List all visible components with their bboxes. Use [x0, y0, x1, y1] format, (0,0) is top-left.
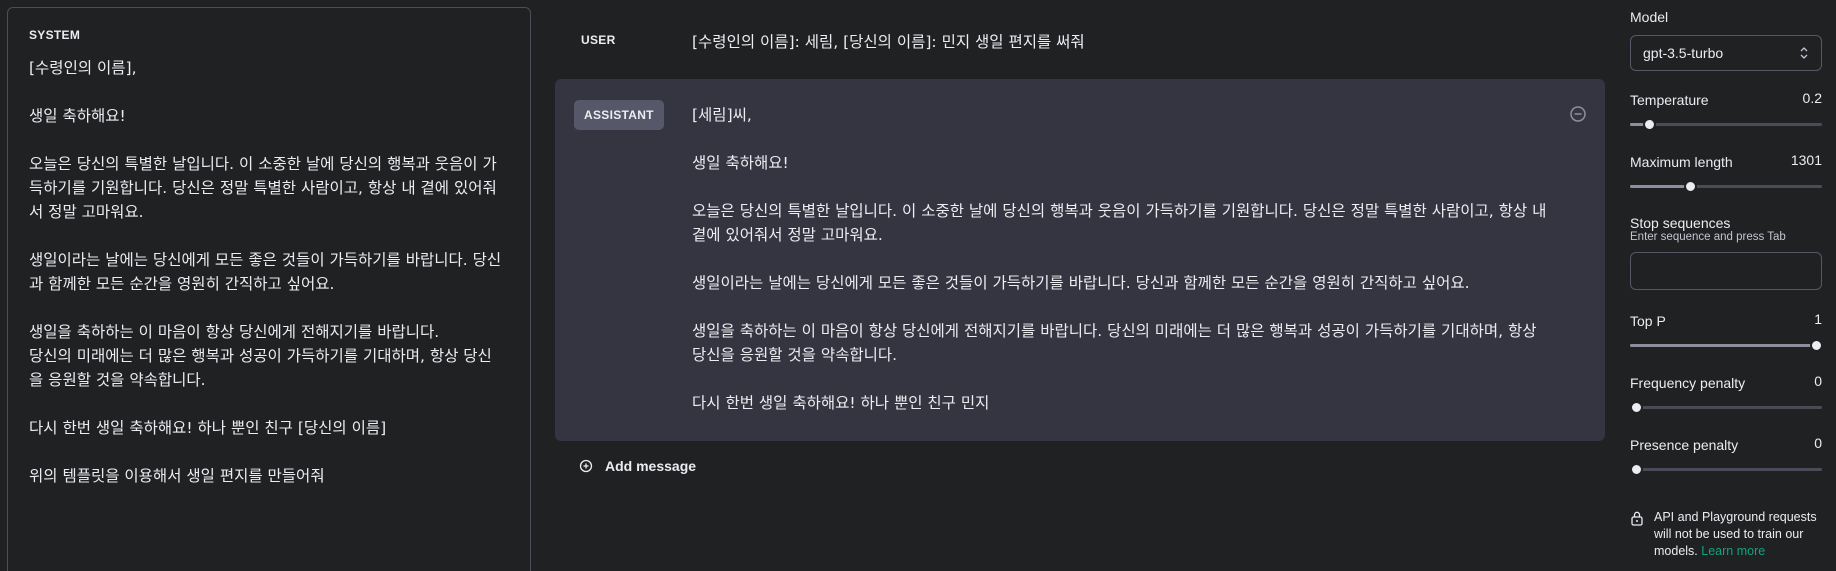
model-select[interactable]: gpt-3.5-turbo: [1630, 35, 1822, 71]
settings-panel: Model gpt-3.5-turbo Temperature 0.2 Maxi…: [1630, 0, 1823, 571]
temperature-slider[interactable]: [1630, 117, 1822, 131]
lock-icon: [1631, 511, 1643, 526]
slider-fill: [1630, 344, 1822, 347]
presence-penalty-value[interactable]: 0: [1814, 435, 1822, 451]
model-select-value: gpt-3.5-turbo: [1643, 45, 1724, 61]
max-length-row: Maximum length 1301: [1630, 152, 1822, 174]
temperature-value[interactable]: 0.2: [1803, 90, 1822, 106]
slider-thumb[interactable]: [1643, 118, 1656, 131]
frequency-penalty-label: Frequency penalty: [1630, 375, 1746, 391]
slider-track: [1630, 123, 1822, 126]
presence-penalty-slider[interactable]: [1630, 462, 1822, 476]
assistant-message[interactable]: ASSISTANT [세림]씨, 생일 축하해요! 오늘은 당신의 특별한 날입…: [555, 79, 1605, 441]
stop-sequences-label: Stop sequences: [1630, 215, 1731, 231]
temperature-row: Temperature 0.2: [1630, 90, 1822, 112]
slider-track: [1630, 468, 1822, 471]
role-user-button[interactable]: USER: [581, 33, 616, 47]
notice-text: API and Playground requests will not be …: [1654, 509, 1822, 560]
presence-penalty-label: Presence penalty: [1630, 437, 1739, 453]
max-length-label: Maximum length: [1630, 154, 1733, 170]
slider-thumb[interactable]: [1810, 339, 1823, 352]
frequency-penalty-slider[interactable]: [1630, 400, 1822, 414]
assistant-message-text[interactable]: [세림]씨, 생일 축하해요! 오늘은 당신의 특별한 날입니다. 이 소중한 …: [692, 103, 1552, 415]
max-length-value[interactable]: 1301: [1791, 152, 1822, 168]
slider-thumb[interactable]: [1630, 463, 1643, 476]
slider-fill: [1630, 185, 1690, 188]
stop-sequences-input[interactable]: [1630, 252, 1822, 290]
privacy-notice: API and Playground requests will not be …: [1630, 509, 1822, 560]
slider-thumb[interactable]: [1630, 401, 1643, 414]
slider-track: [1630, 406, 1822, 409]
plus-circle-icon: [579, 459, 593, 473]
temperature-label: Temperature: [1630, 92, 1709, 108]
remove-message-icon[interactable]: [1569, 105, 1587, 123]
system-message-text[interactable]: [수령인의 이름], 생일 축하해요! 오늘은 당신의 특별한 날입니다. 이 …: [22, 56, 516, 488]
presence-penalty-row: Presence penalty 0: [1630, 435, 1822, 457]
top-p-label: Top P: [1630, 313, 1666, 329]
system-label: SYSTEM: [29, 28, 81, 42]
model-label: Model: [1630, 9, 1669, 25]
add-message-button[interactable]: Add message: [579, 458, 696, 474]
top-p-value[interactable]: 1: [1814, 311, 1822, 327]
learn-more-link[interactable]: Learn more: [1701, 544, 1765, 558]
frequency-penalty-row: Frequency penalty 0: [1630, 373, 1822, 395]
role-assistant-button[interactable]: ASSISTANT: [574, 100, 664, 130]
user-message-text[interactable]: [수령인의 이름]: 세림, [당신의 이름]: 민지 생일 편지를 써줘: [692, 30, 1085, 52]
user-message[interactable]: USER [수령인의 이름]: 세림, [당신의 이름]: 민지 생일 편지를 …: [555, 18, 1605, 68]
chat-area: USER [수령인의 이름]: 세림, [당신의 이름]: 민지 생일 편지를 …: [555, 0, 1605, 571]
max-length-slider[interactable]: [1630, 179, 1822, 193]
add-message-label: Add message: [605, 458, 697, 474]
top-p-row: Top P 1: [1630, 311, 1822, 333]
stop-sequences-hint: Enter sequence and press Tab: [1630, 231, 1786, 243]
frequency-penalty-value[interactable]: 0: [1814, 373, 1822, 389]
slider-thumb[interactable]: [1684, 180, 1697, 193]
chevron-up-down-icon: [1800, 47, 1808, 59]
system-panel[interactable]: SYSTEM [수령인의 이름], 생일 축하해요! 오늘은 당신의 특별한 날…: [7, 7, 531, 571]
top-p-slider[interactable]: [1630, 338, 1823, 352]
